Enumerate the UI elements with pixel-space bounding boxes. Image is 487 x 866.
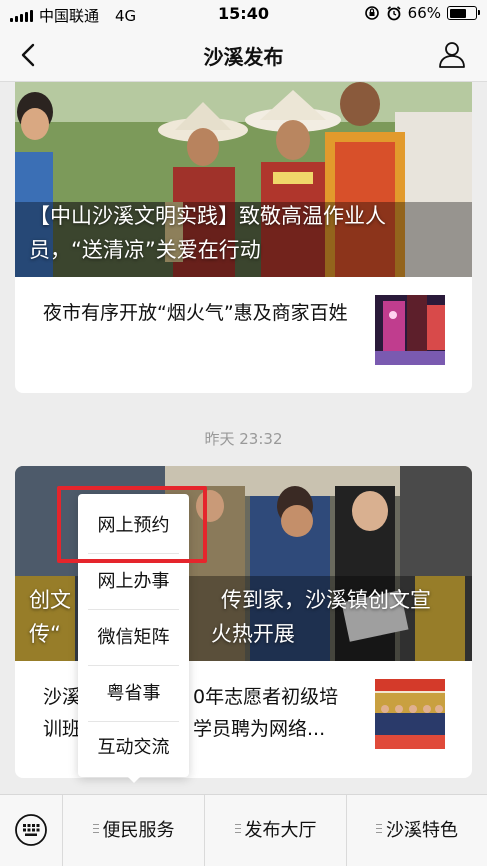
status-right: 66%	[364, 4, 480, 22]
status-bar: 中国联通 4G 15:40 66%	[0, 0, 487, 28]
headline-fragment[interactable]: 火热开展	[211, 622, 295, 646]
popup-caret	[126, 775, 142, 783]
keyboard-icon[interactable]	[14, 813, 48, 847]
popup-item-yueshengshi[interactable]: 粤省事	[88, 666, 179, 722]
message-timestamp: 昨天 23:32	[204, 430, 283, 448]
menu-item-shaxi-features[interactable]: 沙溪特色	[347, 795, 487, 866]
battery-icon	[447, 6, 480, 20]
highlight-annotation	[57, 486, 207, 563]
sub-article-title[interactable]: 夜市有序开放“烟火气”惠及商家百姓	[43, 297, 363, 329]
sub-article-thumbnail[interactable]	[375, 679, 445, 749]
profile-icon[interactable]	[437, 39, 467, 69]
article-headline[interactable]: 【中山沙溪文明实践】致敬高温作业人员，“送清凉”关爱在行动	[29, 199, 458, 267]
bottom-menu-bar: 便民服务 发布大厅 沙溪特色	[0, 794, 487, 866]
headline-fragment[interactable]: 传“	[29, 622, 61, 646]
menu-lines-icon	[234, 824, 241, 834]
menu-lines-icon	[376, 824, 382, 834]
menu-item-label: 发布大厅	[244, 820, 317, 841]
battery-percent: 66%	[407, 4, 441, 22]
sub-fragment[interactable]: 训班	[43, 718, 81, 740]
sub-fragment[interactable]: 学员聘为网络...	[193, 718, 325, 740]
battery-fill	[449, 8, 466, 18]
popup-item-wechat-matrix[interactable]: 微信矩阵	[88, 610, 179, 666]
lock-rotation-icon	[364, 6, 379, 20]
thumbnail-photo	[375, 679, 445, 749]
menu-item-label: 沙溪特色	[386, 820, 458, 841]
sub-article-thumbnail[interactable]	[375, 295, 445, 365]
thumbnail-photo	[375, 295, 445, 365]
popup-item-interaction[interactable]: 互动交流	[88, 720, 179, 776]
menu-item-release-hall[interactable]: 发布大厅	[205, 795, 346, 866]
article-card[interactable]: 【中山沙溪文明实践】致敬高温作业人员，“送清凉”关爱在行动 夜市有序开放“烟火气…	[15, 82, 472, 393]
menu-item-convenience[interactable]: 便民服务	[63, 795, 204, 866]
hero-image[interactable]: 【中山沙溪文明实践】致敬高温作业人员，“送清凉”关爱在行动	[15, 82, 472, 277]
menu-lines-icon	[92, 824, 99, 834]
page-title: 沙溪发布	[203, 45, 284, 69]
sub-fragment[interactable]: 0年志愿者初级培	[193, 686, 338, 708]
sub-article[interactable]: 夜市有序开放“烟火气”惠及商家百姓	[15, 277, 472, 393]
menu-item-label: 便民服务	[102, 820, 175, 841]
sub-fragment[interactable]: 沙溪	[43, 686, 81, 708]
headline-fragment[interactable]: 创文	[29, 588, 71, 612]
headline-fragment[interactable]: 传到家，沙溪镇创文宣	[221, 588, 431, 612]
alarm-icon	[387, 6, 401, 21]
nav-bar: 沙溪发布	[0, 28, 487, 82]
